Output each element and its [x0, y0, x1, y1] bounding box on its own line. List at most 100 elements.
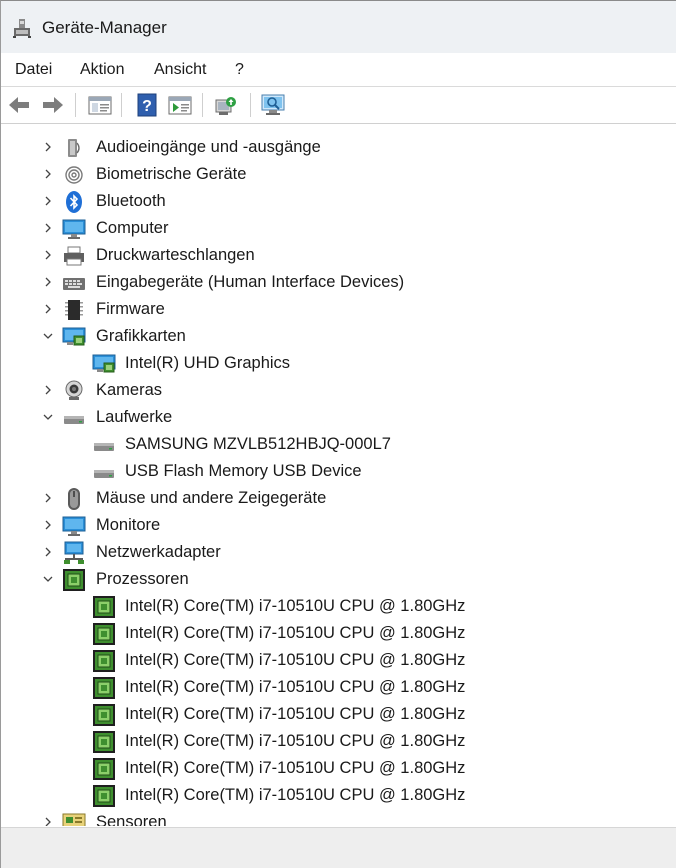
- processor-icon: [92, 730, 116, 754]
- processor-icon: [92, 703, 116, 727]
- menu-bar: Datei Aktion Ansicht ?: [1, 53, 676, 87]
- printer-icon: [62, 244, 86, 268]
- menu-datei[interactable]: Datei: [15, 61, 52, 79]
- tree-item-label: Grafikkarten: [96, 327, 186, 345]
- chevron-right-icon[interactable]: [41, 138, 55, 156]
- chevron-down-icon[interactable]: [41, 570, 55, 588]
- window-title: Geräte-Manager: [42, 18, 167, 37]
- chevron-right-icon[interactable]: [41, 246, 55, 264]
- tree-category-sensoren[interactable]: Sensoren: [4, 809, 664, 826]
- tree-device-item[interactable]: Intel(R) Core(TM) i7-10510U CPU @ 1.80GH…: [4, 647, 664, 674]
- tree-item-label: Sensoren: [96, 813, 167, 826]
- tree-category-grafikkarten[interactable]: Grafikkarten: [4, 323, 664, 350]
- tree-item-label: Bluetooth: [96, 192, 166, 210]
- tree-device-item[interactable]: Intel(R) Core(TM) i7-10510U CPU @ 1.80GH…: [4, 728, 664, 755]
- forward-arrow-icon[interactable]: [40, 92, 66, 118]
- title-bar: Geräte-Manager: [1, 1, 676, 53]
- processor-icon: [92, 784, 116, 808]
- toolbar-separator: [250, 93, 251, 117]
- tree-category-prozessoren[interactable]: Prozessoren: [4, 566, 664, 593]
- chevron-right-icon[interactable]: [41, 300, 55, 318]
- tree-category-laufwerke[interactable]: Laufwerke: [4, 404, 664, 431]
- chevron-right-icon[interactable]: [41, 381, 55, 399]
- webcam-icon: [62, 379, 86, 403]
- back-arrow-icon[interactable]: [6, 92, 32, 118]
- tree-device-item[interactable]: SAMSUNG MZVLB512HBJQ-000L7: [4, 431, 664, 458]
- tree-category-bluetooth[interactable]: Bluetooth: [4, 188, 664, 215]
- update-driver-icon[interactable]: [167, 92, 193, 118]
- menu-aktion[interactable]: Aktion: [80, 61, 124, 79]
- processor-icon: [92, 649, 116, 673]
- speaker-icon: [62, 136, 86, 160]
- tree-category-druckwarteschlangen[interactable]: Druckwarteschlangen: [4, 242, 664, 269]
- processor-icon: [62, 568, 86, 592]
- chevron-right-icon[interactable]: [41, 813, 55, 826]
- monitor-view-icon[interactable]: [260, 92, 286, 118]
- tree-item-label: Laufwerke: [96, 408, 173, 426]
- chevron-right-icon[interactable]: [41, 516, 55, 534]
- chevron-right-icon[interactable]: [41, 192, 55, 210]
- tree-category-eingabegeraete-human-interface-devices[interactable]: Eingabegeräte (Human Interface Devices): [4, 269, 664, 296]
- status-bar: [1, 827, 676, 868]
- tree-category-audioeingaenge-und-ausgaenge[interactable]: Audioeingänge und -ausgänge: [4, 134, 664, 161]
- scan-hardware-changes-icon[interactable]: [214, 92, 240, 118]
- tree-device-item[interactable]: Intel(R) UHD Graphics: [4, 350, 664, 377]
- processor-icon: [92, 595, 116, 619]
- tree-device-item[interactable]: Intel(R) Core(TM) i7-10510U CPU @ 1.80GH…: [4, 674, 664, 701]
- chevron-down-icon[interactable]: [41, 408, 55, 426]
- tree-category-monitore[interactable]: Monitore: [4, 512, 664, 539]
- tree-item-label: Intel(R) Core(TM) i7-10510U CPU @ 1.80GH…: [125, 786, 466, 804]
- chevron-right-icon[interactable]: [41, 273, 55, 291]
- tree-item-label: Intel(R) Core(TM) i7-10510U CPU @ 1.80GH…: [125, 678, 466, 696]
- tree-device-item[interactable]: Intel(R) Core(TM) i7-10510U CPU @ 1.80GH…: [4, 701, 664, 728]
- tree-device-item[interactable]: USB Flash Memory USB Device: [4, 458, 664, 485]
- chevron-down-icon[interactable]: [41, 327, 55, 345]
- tree-item-label: Intel(R) Core(TM) i7-10510U CPU @ 1.80GH…: [125, 624, 466, 642]
- drive-icon: [62, 406, 86, 430]
- tree-item-label: Computer: [96, 219, 169, 237]
- tree-item-label: Mäuse und andere Zeigegeräte: [96, 489, 327, 507]
- help-icon[interactable]: ?: [134, 92, 160, 118]
- computer-icon: [62, 217, 86, 241]
- tree-category-firmware[interactable]: Firmware: [4, 296, 664, 323]
- processor-icon: [92, 622, 116, 646]
- tree-item-label: Intel(R) UHD Graphics: [125, 354, 291, 372]
- monitor-icon: [62, 514, 86, 538]
- chevron-right-icon[interactable]: [41, 543, 55, 561]
- menu-ansicht[interactable]: Ansicht: [154, 61, 206, 79]
- tree-category-biometrische-geraete[interactable]: Biometrische Geräte: [4, 161, 664, 188]
- chevron-right-icon[interactable]: [41, 489, 55, 507]
- tree-device-item[interactable]: Intel(R) Core(TM) i7-10510U CPU @ 1.80GH…: [4, 755, 664, 782]
- display-adapter-icon: [92, 352, 116, 376]
- tree-item-label: Intel(R) Core(TM) i7-10510U CPU @ 1.80GH…: [125, 732, 466, 750]
- device-tree[interactable]: Audioeingänge und -ausgänge Biometrische …: [1, 124, 676, 826]
- tree-category-computer[interactable]: Computer: [4, 215, 664, 242]
- keyboard-icon: [62, 271, 86, 295]
- tree-item-label: Intel(R) Core(TM) i7-10510U CPU @ 1.80GH…: [125, 759, 466, 777]
- chip-icon: [62, 298, 86, 322]
- tree-device-item[interactable]: Intel(R) Core(TM) i7-10510U CPU @ 1.80GH…: [4, 593, 664, 620]
- drive-icon: [92, 460, 116, 484]
- tree-item-label: USB Flash Memory USB Device: [125, 462, 362, 480]
- tree-category-maeuse-und-andere-zeigegeraete[interactable]: Mäuse und andere Zeigegeräte: [4, 485, 664, 512]
- tree-item-label: Netzwerkadapter: [96, 543, 221, 561]
- toolbar-separator: [202, 93, 203, 117]
- chevron-right-icon[interactable]: [41, 219, 55, 237]
- toolbar-separator: [121, 93, 122, 117]
- tree-device-item[interactable]: Intel(R) Core(TM) i7-10510U CPU @ 1.80GH…: [4, 782, 664, 809]
- tree-category-kameras[interactable]: Kameras: [4, 377, 664, 404]
- tree-item-label: Audioeingänge und -ausgänge: [96, 138, 321, 156]
- tree-item-label: Firmware: [96, 300, 165, 318]
- menu-help[interactable]: ?: [235, 61, 244, 79]
- tree-item-label: Intel(R) Core(TM) i7-10510U CPU @ 1.80GH…: [125, 705, 466, 723]
- properties-window-icon[interactable]: [87, 92, 113, 118]
- sensor-icon: [62, 811, 86, 826]
- drive-icon: [92, 433, 116, 457]
- display-adapter-icon: [62, 325, 86, 349]
- tree-category-netzwerkadapter[interactable]: Netzwerkadapter: [4, 539, 664, 566]
- chevron-right-icon[interactable]: [41, 165, 55, 183]
- tree-device-item[interactable]: Intel(R) Core(TM) i7-10510U CPU @ 1.80GH…: [4, 620, 664, 647]
- bluetooth-icon: [62, 190, 86, 214]
- tree-item-label: Kameras: [96, 381, 163, 399]
- toolbar: ?: [1, 87, 676, 124]
